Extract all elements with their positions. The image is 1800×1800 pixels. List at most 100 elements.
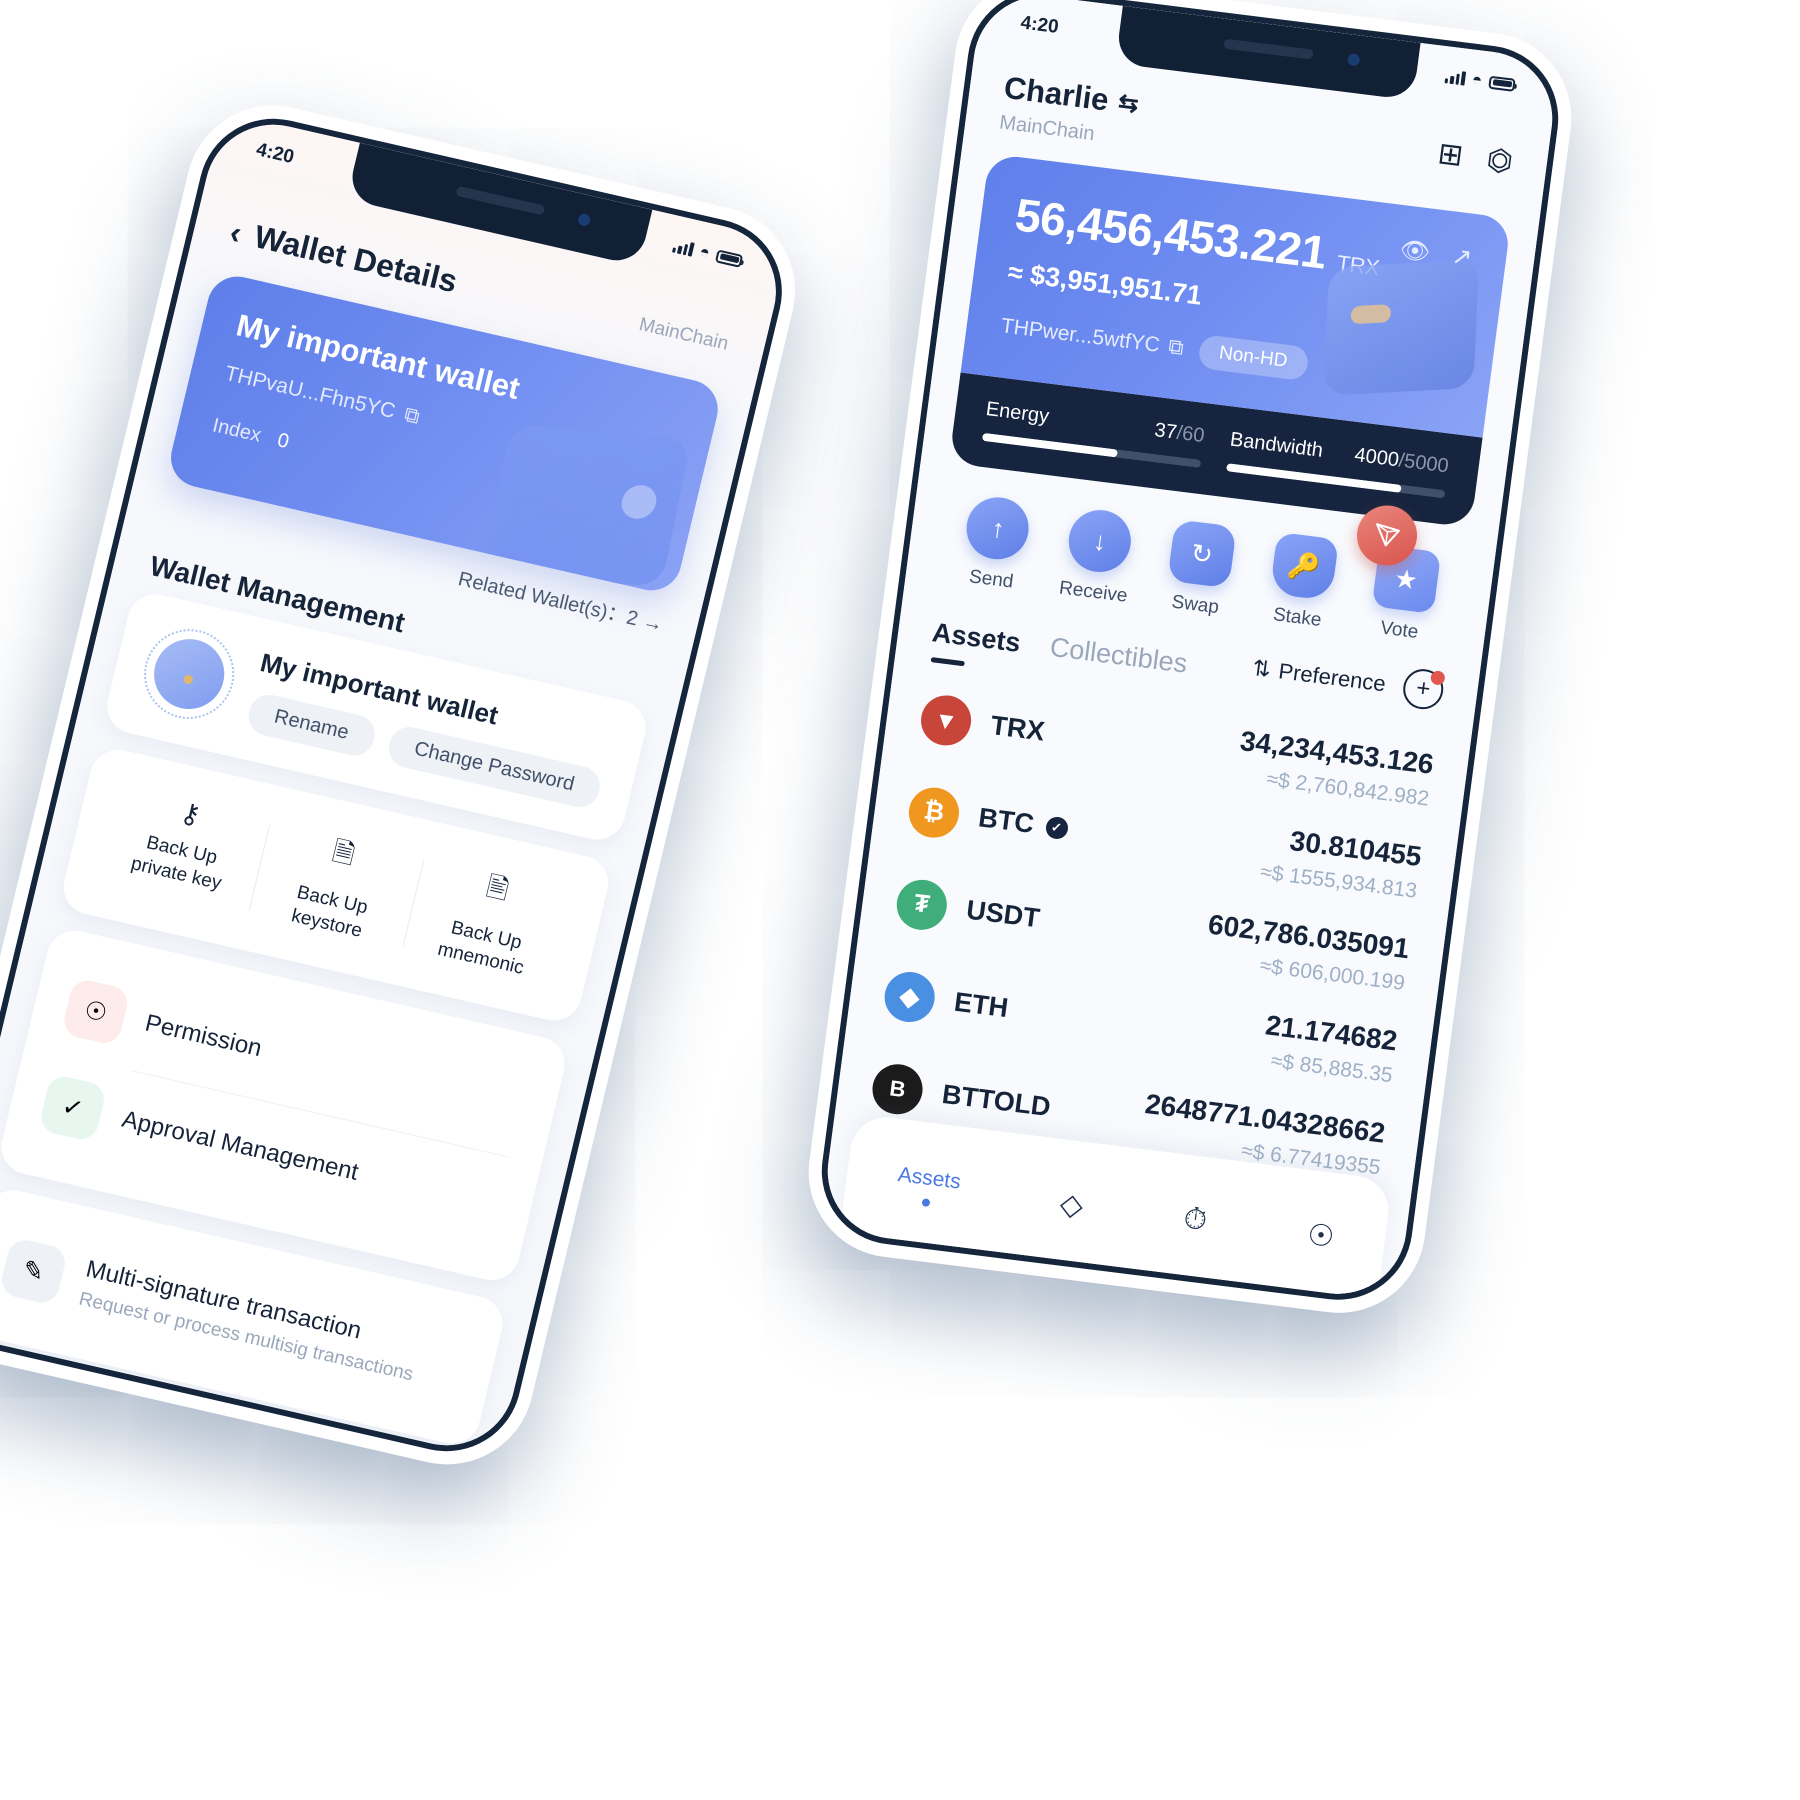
signal-icon <box>1444 69 1466 86</box>
resource-bandwidth[interactable]: Bandwidth 4000/5000 <box>1226 428 1450 499</box>
wifi-icon: ◓ <box>1470 69 1484 90</box>
token-values: 21.174682 ≈$ 85,885.35 <box>1260 1009 1399 1088</box>
action-stake[interactable]: 🔑 Stake <box>1245 529 1359 635</box>
resource-label: Energy <box>984 398 1051 428</box>
copy-icon[interactable]: ⧉ <box>1167 335 1185 361</box>
scan-qr-icon[interactable]: ⏣ <box>1484 142 1515 180</box>
home-body: 4:20 ◓ Charlie ⇆ MainChain ⊞ ⏣ 👁 ↗ 56,45… <box>819 0 1561 1302</box>
tabbar-item-discover[interactable]: ⏱ <box>1181 1201 1210 1239</box>
action-swap[interactable]: ↻ Swap <box>1143 517 1257 623</box>
token-symbol: ETH <box>952 986 1010 1024</box>
action-receive[interactable]: ↓ Receive <box>1041 504 1155 610</box>
token-icon-bttold: B <box>869 1060 926 1117</box>
wallet-address: THPwer...5wtfYC <box>999 314 1162 357</box>
permission-icon: ☉ <box>60 976 131 1046</box>
tabbar-item-assets[interactable]: Assets <box>894 1163 962 1210</box>
battery-icon <box>714 248 744 268</box>
index-value: 0 <box>275 429 292 454</box>
account-block[interactable]: Charlie ⇆ MainChain <box>998 70 1141 151</box>
tabbar-label: Assets <box>896 1163 963 1194</box>
screenshot-stage: 4:20 ◓ ‹ Wallet Details MainChain My imp… <box>0 0 1800 1800</box>
profile-icon: ☉ <box>1305 1217 1337 1254</box>
menu-label: DApp Connection <box>41 1432 231 1459</box>
resource-value: 37/60 <box>1153 419 1206 448</box>
screen-wallet-details: 4:20 ◓ ‹ Wallet Details MainChain My imp… <box>0 111 790 1459</box>
token-symbol: BTTOLD <box>940 1078 1053 1123</box>
resource-used: 37 <box>1153 419 1179 444</box>
link-icon: 🔗 <box>0 1399 30 1459</box>
index-label: Index <box>210 414 264 447</box>
wallet-avatar-icon <box>134 620 244 728</box>
resource-used: 4000 <box>1353 443 1401 472</box>
backup-keystore-button[interactable]: 🗎 Back Up keystore <box>246 811 427 959</box>
asset-list: ▾ TRX 34,234,453.126 ≈$ 2,760,842.982 ₿ … <box>835 644 1474 1183</box>
token-symbol: USDT <box>964 894 1042 934</box>
resource-energy[interactable]: Energy 37/60 <box>981 398 1206 468</box>
wifi-icon: ◓ <box>697 241 713 263</box>
multisig-text: Multi-signature transaction Request or p… <box>77 1255 424 1386</box>
multisig-icon: ✎ <box>0 1236 69 1306</box>
rename-button[interactable]: Rename <box>244 690 379 760</box>
switch-account-icon[interactable]: ⇆ <box>1116 88 1140 119</box>
shield-lock-icon: 🔑 <box>1269 531 1339 602</box>
phone-bezel-left: 4:20 ◓ ‹ Wallet Details MainChain My imp… <box>0 104 798 1466</box>
arrow-right-icon: → <box>640 610 666 637</box>
resource-label: Bandwidth <box>1228 428 1325 462</box>
screen-home: 4:20 ◓ Charlie ⇆ MainChain ⊞ ⏣ 👁 ↗ 56,45… <box>819 0 1561 1302</box>
menu-label: Approval Management <box>119 1105 362 1186</box>
status-time: 4:20 <box>254 139 297 169</box>
token-symbol-row: BTC ✓ <box>977 802 1070 844</box>
phone-wallet-details: 4:20 ◓ ‹ Wallet Details MainChain My imp… <box>0 89 813 1482</box>
wallet-illustration <box>1323 259 1480 396</box>
token-symbol: TRX <box>988 710 1047 747</box>
token-icon-btc: ₿ <box>905 784 963 841</box>
phone-bezel-right: 4:20 ◓ Charlie ⇆ MainChain ⊞ ⏣ 👁 ↗ 56,45… <box>812 0 1568 1309</box>
add-token-icon[interactable]: + <box>1400 666 1446 712</box>
tabbar-item-layers[interactable]: ◇ <box>1058 1186 1085 1224</box>
status-badge: Non-HD <box>1197 334 1310 382</box>
menu-label: Permission <box>142 1009 265 1062</box>
resource-total: 60 <box>1180 422 1206 448</box>
approval-icon: ✓ <box>37 1072 108 1143</box>
swap-icon: ↻ <box>1167 519 1237 589</box>
wallet-details-body: 4:20 ◓ ‹ Wallet Details MainChain My imp… <box>0 111 790 1459</box>
chain-label: MainChain <box>637 313 731 355</box>
arrow-up-icon: ↑ <box>963 493 1033 563</box>
arrow-down-icon: ↓ <box>1065 506 1135 576</box>
active-dot <box>921 1198 931 1208</box>
status-time: 4:20 <box>1019 12 1060 38</box>
discover-icon: ⏱ <box>1181 1201 1210 1238</box>
copy-icon[interactable]: ⧉ <box>402 403 422 430</box>
token-symbol: BTC <box>976 802 1036 839</box>
tabbar-item-profile[interactable]: ☉ <box>1305 1217 1336 1255</box>
token-icon-usdt: ₮ <box>893 876 950 933</box>
verified-badge-icon: ✓ <box>1044 815 1069 840</box>
token-icon-trx: ▾ <box>918 692 975 748</box>
backup-private-key-button[interactable]: ⚷ Back Up private key <box>92 776 273 924</box>
action-send[interactable]: ↑ Send <box>939 491 1053 597</box>
token-icon-eth: ◆ <box>881 968 938 1025</box>
token-values: 30.810455 ≈$ 1555,934.813 <box>1259 822 1423 904</box>
token-values: 34,234,453.126 ≈$ 2,760,842.982 <box>1234 725 1435 812</box>
token-values: 602,786.035091 ≈$ 606,000.199 <box>1202 909 1411 996</box>
notification-dot <box>1429 670 1446 686</box>
resource-total: 5000 <box>1402 450 1450 478</box>
phone-home: 4:20 ◓ Charlie ⇆ MainChain ⊞ ⏣ 👁 ↗ 56,45… <box>798 0 1582 1323</box>
eye-icon[interactable]: 👁 <box>1398 235 1432 268</box>
resource-value: 4000/5000 <box>1353 443 1450 478</box>
layers-icon: ◇ <box>1057 1186 1086 1223</box>
status-indicators: ◓ <box>1444 66 1516 95</box>
external-link-icon[interactable]: ↗ <box>1450 242 1474 273</box>
sort-icon: ⇅ <box>1250 655 1273 683</box>
backup-mnemonic-button[interactable]: 🖹 Back Up mnemonic <box>400 846 581 994</box>
account-name: Charlie <box>1001 69 1111 118</box>
battery-icon <box>1488 75 1516 92</box>
preference-label: Preference <box>1277 658 1388 697</box>
header-icons: ⊞ ⏣ <box>1436 124 1517 180</box>
wallet-address-block[interactable]: THPwer...5wtfYC ⧉ <box>999 314 1185 361</box>
chevron-left-icon[interactable]: ‹ <box>227 213 246 250</box>
status-indicators: ◓ <box>671 236 744 271</box>
add-wallet-icon[interactable]: ⊞ <box>1436 136 1466 174</box>
balance-wrapper: 👁 ↗ 56,456,453.221 TRX ≈ $3,951,951.71 T… <box>948 153 1512 569</box>
signal-icon <box>671 239 695 257</box>
